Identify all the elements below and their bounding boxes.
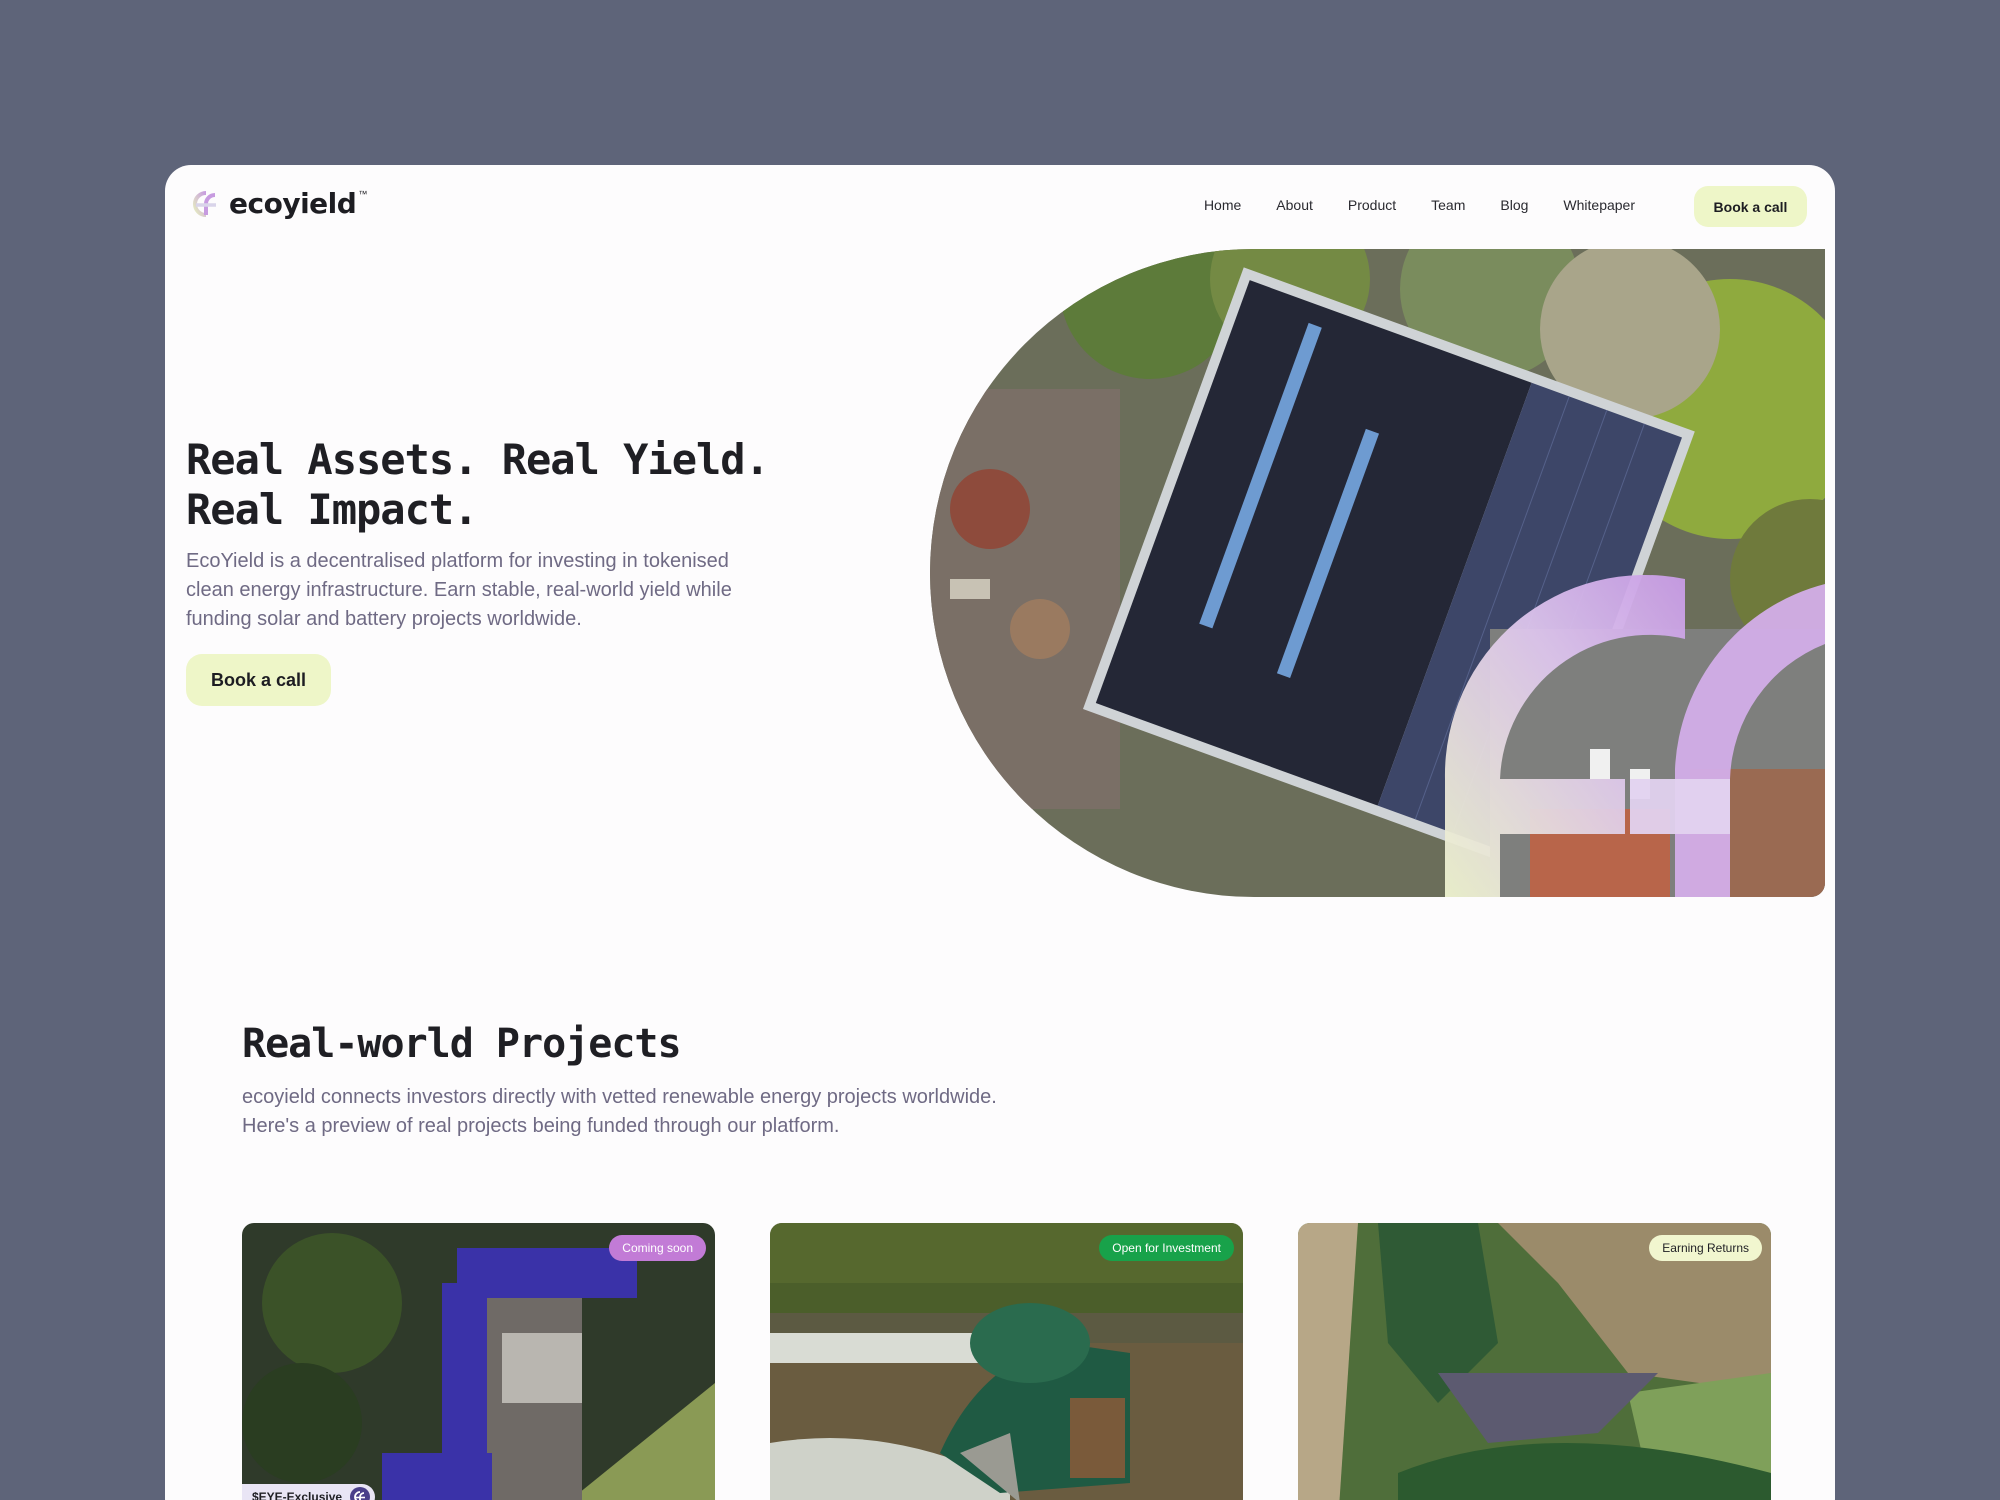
- nav-team[interactable]: Team: [1431, 197, 1465, 213]
- hero-description: EcoYield is a decentralised platform for…: [186, 550, 732, 630]
- nav-whitepaper[interactable]: Whitepaper: [1563, 197, 1635, 213]
- status-badge: Earning Returns: [1649, 1235, 1762, 1261]
- trademark: ™: [358, 189, 368, 199]
- ecoyield-logo-icon: [193, 190, 216, 217]
- hero-book-call-button[interactable]: Book a call: [186, 654, 331, 706]
- project-card-hydro[interactable]: Open for Investment: [770, 1223, 1243, 1500]
- project-image: [770, 1223, 1243, 1500]
- ecoyield-mark-icon: [350, 1487, 371, 1500]
- browser-window: ecoyield ™ Home About Product Team Blog …: [165, 165, 1835, 1500]
- project-image: [1298, 1223, 1771, 1500]
- exclusive-tag: $EYE-Exclusive: [242, 1484, 376, 1500]
- status-badge: Coming soon: [609, 1235, 706, 1261]
- projects-title: Real-world Projects: [242, 1021, 682, 1067]
- project-card-solar-farm[interactable]: Earning Returns: [1298, 1223, 1771, 1500]
- hero-aerial-image: [930, 249, 1825, 897]
- nav-product[interactable]: Product: [1348, 197, 1396, 213]
- header-book-call-button[interactable]: Book a call: [1694, 186, 1807, 227]
- main-nav: Home About Product Team Blog Whitepaper: [1204, 197, 1635, 213]
- nav-blog[interactable]: Blog: [1500, 197, 1528, 213]
- projects-description: ecoyield connects investors directly wit…: [242, 1086, 997, 1137]
- project-card-solar-roof[interactable]: Coming soon $EYE-Exclusive: [242, 1223, 715, 1500]
- hero-title: Real Assets. Real Yield. Real Impact.: [186, 435, 770, 534]
- project-image: [242, 1223, 715, 1500]
- exclusive-tag-label: $EYE-Exclusive: [252, 1490, 343, 1500]
- logo[interactable]: ecoyield ™: [191, 187, 367, 220]
- status-badge: Open for Investment: [1099, 1235, 1234, 1261]
- nav-home[interactable]: Home: [1204, 197, 1241, 213]
- nav-about[interactable]: About: [1276, 197, 1313, 213]
- logo-text: ecoyield: [229, 187, 357, 220]
